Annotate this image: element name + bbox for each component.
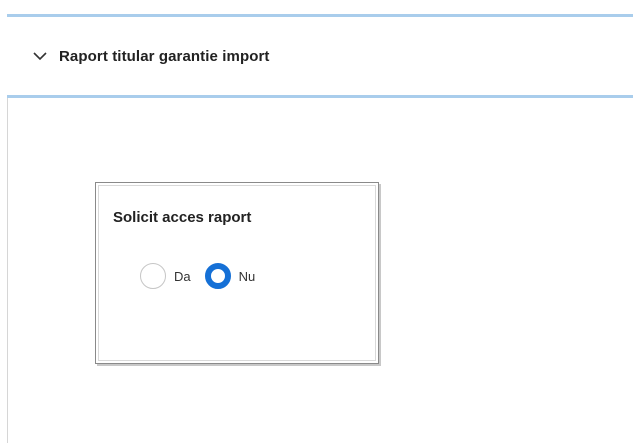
chevron-down-icon[interactable] bbox=[33, 49, 47, 63]
radio-label-da[interactable]: Da bbox=[174, 269, 191, 284]
radio-button-da[interactable] bbox=[140, 263, 166, 289]
radio-option-nu[interactable]: Nu bbox=[204, 263, 256, 289]
access-radio-group: Da Nu bbox=[140, 263, 255, 289]
section-header-toggle[interactable]: Raport titular garantie import bbox=[7, 14, 633, 98]
radio-label-nu[interactable]: Nu bbox=[239, 269, 256, 284]
radio-option-da[interactable]: Da bbox=[140, 263, 191, 289]
page: Raport titular garantie import Solicit a… bbox=[0, 0, 633, 443]
card-title: Solicit acces raport bbox=[113, 209, 252, 226]
section-title: Raport titular garantie import bbox=[59, 47, 270, 65]
radio-button-nu[interactable] bbox=[204, 263, 231, 289]
access-request-card: Solicit acces raport Da Nu bbox=[95, 182, 379, 364]
